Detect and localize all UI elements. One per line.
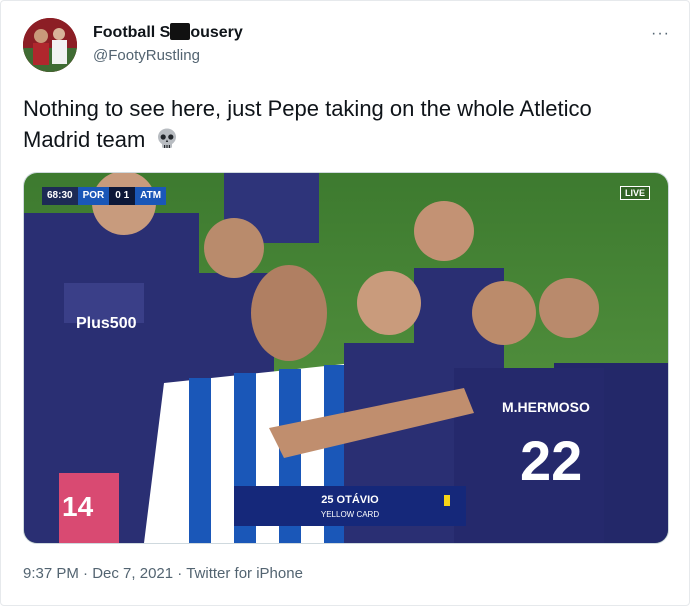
away-team: ATM (135, 187, 167, 205)
yellow-card-banner: 25 OTÁVIO YELLOW CARD (234, 486, 466, 526)
meta-separator: · (177, 565, 187, 582)
author-name-prefix: Football S (93, 24, 171, 41)
avatar-image (23, 18, 77, 72)
banner-label: YELLOW CARD (320, 509, 380, 519)
score: 0 1 (109, 187, 136, 205)
yellow-card-icon (444, 495, 450, 506)
author-name-suffix: ousery (190, 24, 243, 41)
tweet-card: Football S ousery @FootyRustling ··· Noth… (0, 0, 690, 606)
author-handle[interactable]: @FootyRustling (93, 47, 200, 64)
redaction-block (170, 23, 191, 40)
tweet-body: Nothing to see here, just Pepe taking on… (23, 96, 592, 152)
home-team: POR (77, 187, 110, 205)
avatar[interactable] (23, 18, 77, 72)
author-name[interactable]: Football S ousery (93, 23, 243, 42)
tweet-meta: 9:37 PM · Dec 7, 2021 · Twitter for iPho… (23, 565, 303, 582)
banner-player: 25 OTÁVIO (321, 493, 379, 506)
scoreboard: 68:30 POR 0 1 ATM (42, 187, 167, 205)
tweet-text: Nothing to see here, just Pepe taking on… (23, 93, 663, 155)
live-badge: LIVE (619, 186, 650, 200)
skull-icon (158, 128, 177, 148)
tweet-source[interactable]: Twitter for iPhone (186, 565, 303, 582)
shirt-number-left: 14 (62, 491, 94, 522)
match-clock: 68:30 (42, 187, 78, 205)
more-options-icon[interactable]: ··· (651, 25, 670, 43)
shirt-number-right: 22 (520, 429, 583, 492)
shirt-sponsor: Plus500 (76, 315, 137, 332)
meta-separator: · (83, 565, 93, 582)
shirt-name-right: M.HERMOSO (502, 399, 590, 415)
tweet-time[interactable]: 9:37 PM (23, 565, 79, 582)
tweet-media-image[interactable]: 68:30 POR 0 1 ATM LIVE Plus500 14 M.HERM… (23, 172, 669, 544)
tweet-date[interactable]: Dec 7, 2021 (92, 565, 173, 582)
